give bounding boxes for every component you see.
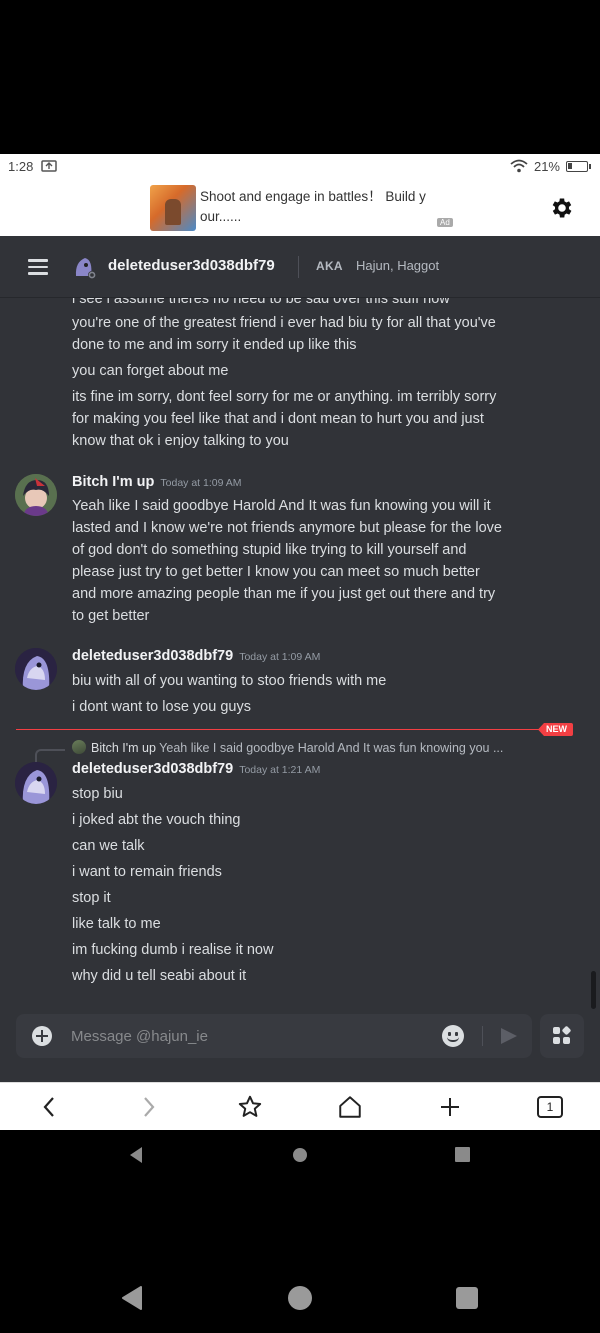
channel-header: deleteduser3d038dbf79 AKA Hajun, Haggot: [0, 236, 600, 298]
message-line: biu with all of you wanting to stoo frie…: [72, 673, 387, 689]
menu-icon[interactable]: [28, 259, 48, 275]
nav-recents-icon[interactable]: [455, 1147, 470, 1162]
message-input[interactable]: [71, 1025, 431, 1047]
message-line: of god don't do something stupid like tr…: [72, 542, 467, 558]
message-author[interactable]: Bitch I'm up Today at 1:09 AM: [72, 474, 242, 490]
message-line: know that ok i enjoy talking to you: [72, 433, 289, 449]
tabs-button[interactable]: 1: [535, 1093, 565, 1121]
new-messages-divider: [16, 729, 570, 730]
chat-app: deleteduser3d038dbf79 AKA Hajun, Haggot …: [0, 236, 600, 1082]
plus-icon: [441, 1098, 459, 1116]
back-button[interactable]: [34, 1093, 64, 1121]
message-composer: [16, 1014, 532, 1058]
reply-context[interactable]: Bitch I'm up Yeah like I said goodbye Ha…: [72, 740, 503, 755]
message-line: you can forget about me: [72, 363, 229, 379]
message-line: stop biu: [72, 786, 123, 802]
system-back-icon[interactable]: [120, 1285, 144, 1311]
avatar[interactable]: [15, 648, 57, 690]
system-home-icon[interactable]: [287, 1285, 313, 1311]
message-line: its fine im sorry, dont feel sorry for m…: [72, 389, 497, 405]
bookmark-button[interactable]: [235, 1093, 265, 1121]
tab-count: 1: [537, 1096, 563, 1118]
message-list: i see i assume theres no need to be sad …: [0, 298, 600, 1012]
message-line: please just try to get better I know you…: [72, 564, 480, 580]
message-line: and more amazing people than me if you j…: [72, 586, 496, 602]
message-author[interactable]: deleteduser3d038dbf79 Today at 1:21 AM: [72, 761, 320, 777]
ad-thumbnail[interactable]: [150, 185, 196, 231]
nav-back-icon[interactable]: [128, 1146, 144, 1164]
message-line: lasted and I know we're not friends anym…: [72, 520, 502, 536]
home-button[interactable]: [335, 1093, 365, 1121]
chevron-right-icon: [144, 1097, 155, 1117]
message-line: i want to remain friends: [72, 864, 222, 880]
message-line: can we talk: [72, 838, 145, 854]
reply-author: Bitch I'm up: [91, 741, 156, 755]
send-icon[interactable]: [501, 1028, 517, 1044]
apps-icon[interactable]: [540, 1014, 584, 1058]
add-attachment-icon[interactable]: [32, 1026, 52, 1046]
message-timestamp: Today at 1:09 AM: [239, 651, 321, 663]
author-name[interactable]: deleteduser3d038dbf79: [72, 648, 233, 664]
ad-text[interactable]: Shoot and engage in battles！ Build y our…: [200, 187, 440, 227]
system-nav-bar: [0, 1180, 600, 1333]
new-badge: NEW: [538, 723, 573, 736]
aka-names: Hajun, Haggot: [356, 258, 440, 273]
message-line: stop it: [72, 890, 111, 906]
message-line: why did u tell seabi about it: [72, 968, 247, 984]
message-author[interactable]: deleteduser3d038dbf79 Today at 1:09 AM: [72, 648, 320, 664]
system-recents-icon[interactable]: [456, 1287, 478, 1309]
battery-icon: [566, 160, 591, 172]
header-divider: [298, 256, 299, 278]
message-line: you're one of the greatest friend i ever…: [72, 315, 496, 331]
author-name[interactable]: deleteduser3d038dbf79: [72, 761, 233, 777]
message-line: im fucking dumb i realise it now: [72, 942, 274, 958]
ad-banner[interactable]: Shoot and engage in battles！ Build y our…: [0, 178, 600, 236]
status-time: 1:28: [8, 158, 34, 174]
author-name[interactable]: Bitch I'm up: [72, 474, 154, 490]
avatar[interactable]: [15, 762, 57, 804]
emoji-icon[interactable]: [442, 1025, 464, 1047]
message-timestamp: Today at 1:09 AM: [160, 477, 242, 489]
reply-preview: Yeah like I said goodbye Harold And It w…: [159, 741, 504, 755]
message-line: i joked abt the vouch thing: [72, 812, 241, 828]
inner-nav-bar: [0, 1130, 600, 1180]
message-line: i dont want to lose you guys: [72, 699, 251, 715]
header-avatar[interactable]: [71, 254, 97, 280]
message-line: to get better: [72, 608, 150, 624]
message-timestamp: Today at 1:21 AM: [239, 764, 321, 776]
scrollbar-thumb[interactable]: [591, 971, 596, 1009]
star-icon: [238, 1095, 262, 1117]
chevron-left-icon: [43, 1097, 54, 1117]
status-bar: 1:28 21%: [0, 154, 600, 178]
header-username[interactable]: deleteduser3d038dbf79: [108, 257, 275, 274]
reply-connector: [35, 749, 65, 763]
message-line: i see i assume theres no need to be sad …: [72, 298, 450, 307]
battery-percent: 21%: [533, 158, 560, 174]
ad-badge: Ad: [437, 218, 453, 227]
message-line: done to me and im sorry it ended up like…: [72, 337, 357, 353]
message-line: Yeah like I said goodbye Harold And It w…: [72, 498, 491, 514]
message-line: like talk to me: [72, 916, 161, 932]
message-line: for making you feel like that and i dont…: [72, 411, 484, 427]
screenshot-icon: [41, 160, 58, 172]
reply-avatar: [72, 740, 86, 754]
composer-divider: [482, 1026, 483, 1046]
new-tab-button[interactable]: [435, 1093, 465, 1121]
aka-label: AKA: [316, 259, 343, 273]
avatar[interactable]: [15, 474, 57, 516]
gear-icon[interactable]: [549, 195, 575, 221]
wifi-icon: [510, 159, 528, 173]
home-icon: [339, 1096, 361, 1118]
browser-toolbar: 1: [0, 1082, 600, 1130]
forward-button[interactable]: [134, 1093, 164, 1121]
nav-home-icon[interactable]: [292, 1147, 308, 1163]
top-black-area: [0, 0, 600, 154]
